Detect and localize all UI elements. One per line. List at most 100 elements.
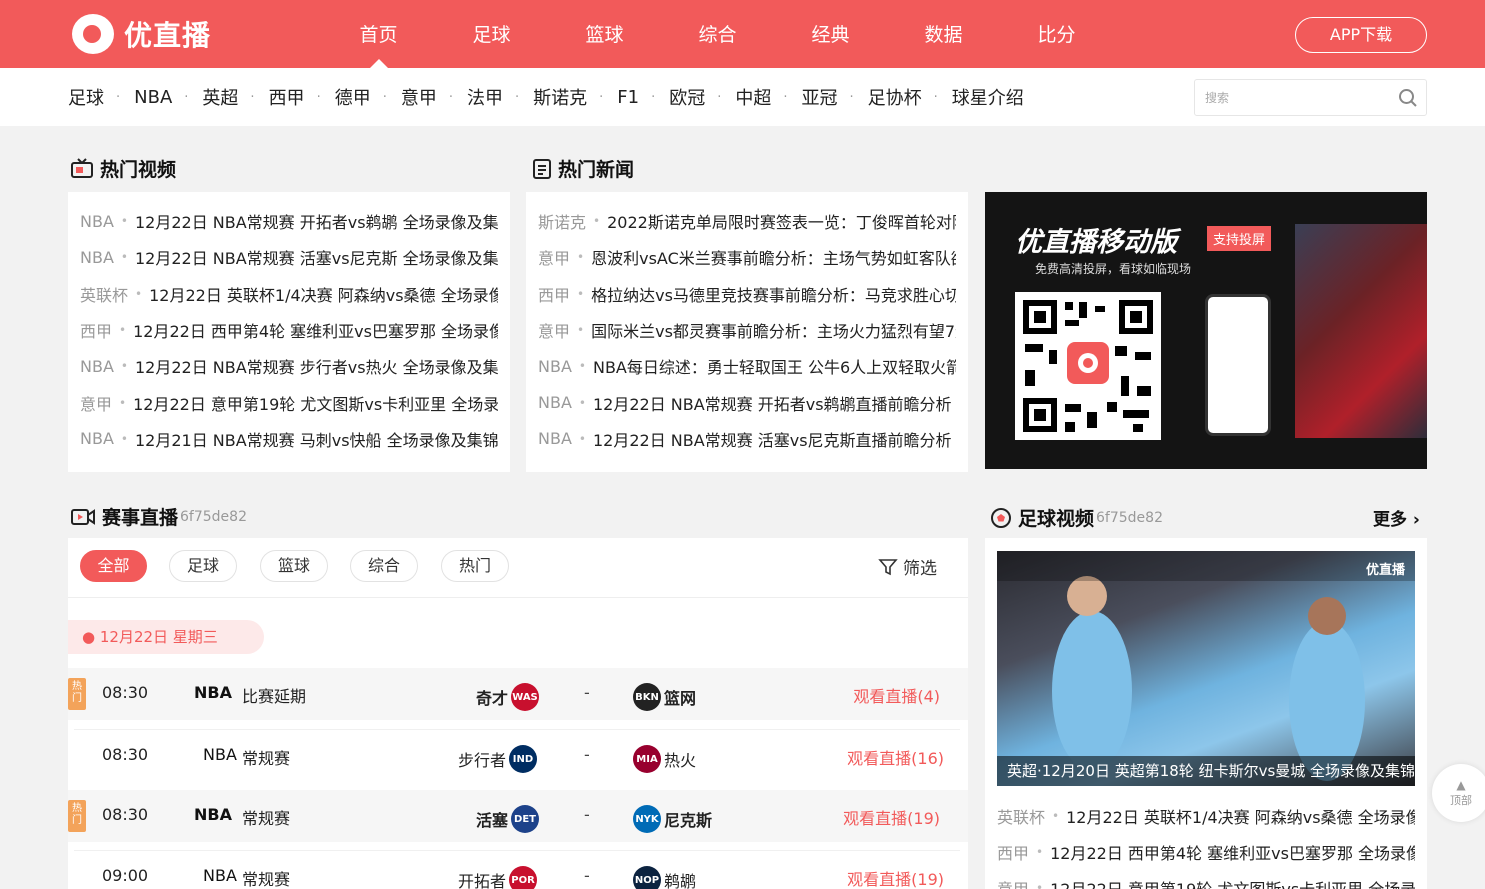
list-item[interactable]: NBA • 12月22日 NBA常规赛 活塞vs尼克斯 全场录像及集锦 (80, 246, 498, 269)
list-item[interactable]: 斯诺克 • 2022斯诺克单局限时赛签表一览：丁俊晖首轮对阵 (538, 210, 956, 232)
score-separator: - (584, 805, 590, 824)
home-team[interactable]: 开拓者 POR (458, 866, 540, 889)
subnav-item[interactable]: 足协杯 (868, 84, 922, 110)
subnav-item[interactable]: 中超 (735, 84, 771, 110)
filter-all-pill[interactable]: 全部 (80, 550, 147, 582)
bullet-dot: • (135, 286, 143, 301)
nav-score[interactable]: 比分 (1000, 0, 1113, 68)
subnav-item[interactable]: 意甲 (401, 84, 437, 110)
list-item[interactable]: 英联杯 • 12月22日 英联杯1/4决赛 阿森纳vs桑德 全场录像及集锦 (80, 283, 498, 305)
sub-nav-list: 足球 · NBA · 英超 · 西甲 · 德甲 · 意甲 · 法甲 · 斯诺克 · F1 · 欧冠 · 中超 · 亚冠 · 足协… (68, 68, 1024, 126)
filter-button[interactable]: 筛选 (878, 554, 937, 579)
mobile-app-banner[interactable]: 优直播移动版 支持投屏 免费高清投屏，看球如临现场 (985, 192, 1427, 469)
site-logo[interactable]: 优直播 (72, 14, 211, 54)
subnav-separator: · (514, 89, 520, 105)
match-time: 08:30 (102, 745, 149, 764)
away-team[interactable]: NYK 尼克斯 (630, 805, 712, 833)
subnav-item[interactable]: 英超 (202, 84, 238, 110)
list-item-category: 意甲 (538, 249, 571, 269)
subnav-item[interactable]: 西甲 (269, 84, 305, 110)
list-item[interactable]: 西甲 • 格拉纳达vs马德里竞技赛事前瞻分析：马竞求胜心切 (538, 283, 956, 305)
away-team-logo: MIA (633, 745, 661, 773)
list-item[interactable]: NBA • 12月21日 NBA常规赛 马刺vs快船 全场录像及集锦 (80, 428, 498, 450)
list-item[interactable]: NBA • NBA每日综述：勇士轻取国王 公牛6人上双轻取火箭 (538, 355, 956, 378)
hot-badge: 热门 (68, 800, 86, 832)
list-item-category: NBA (80, 211, 114, 231)
list-item-category: NBA (538, 393, 572, 412)
away-team[interactable]: BKN 篮网 (630, 683, 696, 711)
list-item[interactable]: 西甲 • 12月22日 西甲第4轮 塞维利亚vs巴塞罗那 全场录像及集锦 (80, 319, 498, 341)
list-item-title: 国际米兰vs都灵赛事前瞻分析：主场火力猛烈有望7连 (591, 321, 956, 341)
news-icon (533, 158, 551, 179)
live-heading: 赛事直播 6f75de82 (70, 503, 247, 530)
home-team[interactable]: 活塞 DET (476, 805, 542, 833)
nav-basketball[interactable]: 篮球 (548, 0, 661, 68)
bullet-dot: • (1036, 881, 1044, 889)
list-item[interactable]: 意甲 • 恩波利vsAC米兰赛事前瞻分析：主场气势如虹客队欲 (538, 246, 956, 268)
subnav-separator: · (316, 89, 321, 105)
more-link[interactable]: 更多 › (1373, 505, 1420, 530)
back-to-top-label: 顶部 (1450, 794, 1472, 807)
list-item[interactable]: NBA • 12月22日 NBA常规赛 步行者vs热火 全场录像及集锦 (80, 355, 498, 378)
filter-football-pill[interactable]: 足球 (169, 550, 237, 582)
away-team[interactable]: MIA 热火 (630, 745, 696, 773)
list-item[interactable]: 意甲 • 12月22日 意甲第19轮 尤文图斯vs卡利亚里 全场录像及集锦 (80, 392, 498, 414)
filter-hot-pill[interactable]: 热门 (441, 550, 509, 582)
match-row[interactable]: 热门 08:30 NBA 常规赛 活塞 DET - NYK 尼克斯 观看直播(19) (68, 790, 968, 842)
qr-code-image (1015, 292, 1161, 440)
funnel-icon (878, 558, 898, 575)
nav-general[interactable]: 综合 (661, 0, 774, 68)
home-team[interactable]: 奇才 WAS (476, 683, 542, 711)
watch-live-link[interactable]: 观看直播(4) (853, 683, 940, 707)
match-type: 常规赛 (242, 809, 291, 828)
bullet-dot: • (577, 322, 585, 337)
filter-basketball-pill[interactable]: 篮球 (260, 550, 328, 582)
subnav-item[interactable]: NBA (134, 87, 172, 108)
nav-home[interactable]: 首页 (322, 0, 435, 68)
subnav-item[interactable]: 法甲 (467, 84, 503, 110)
match-type: 比赛延期 (242, 687, 307, 706)
app-download-button[interactable]: APP下载 (1295, 17, 1427, 53)
live-tag: 6f75de82 (180, 508, 247, 525)
home-team[interactable]: 步行者 IND (458, 745, 540, 773)
list-item[interactable]: NBA • 12月22日 NBA常规赛 开拓者vs鹈鹕 全场录像及集锦 (80, 210, 498, 233)
watch-live-link[interactable]: 观看直播(19) (843, 805, 940, 829)
subnav-item[interactable]: 亚冠 (802, 84, 838, 110)
nav-data[interactable]: 数据 (887, 0, 1000, 68)
list-item[interactable]: NBA • 12月22日 NBA常规赛 开拓者vs鹈鹕直播前瞻分析 (538, 392, 956, 414)
promo-subtitle: 免费高清投屏，看球如临现场 (1035, 262, 1192, 276)
watch-live-link[interactable]: 观看直播(16) (847, 745, 944, 769)
back-to-top-button[interactable]: ▲ 顶部 (1432, 764, 1485, 822)
nav-football[interactable]: 足球 (435, 0, 548, 68)
video-thumbnail[interactable]: 优直播 英超·12月20日 英超第18轮 纽卡斯尔vs曼城 全场录像及集锦 (997, 551, 1415, 786)
list-item[interactable]: 西甲 • 12月22日 西甲第4轮 塞维利亚vs巴塞罗那 全场录像及集锦 (997, 841, 1415, 863)
nav-classic[interactable]: 经典 (774, 0, 887, 68)
subnav-item[interactable]: 球星介绍 (952, 84, 1024, 110)
bullet-dot: • (119, 395, 127, 410)
subnav-item[interactable]: 德甲 (335, 84, 371, 110)
more-label: 更多 (1373, 510, 1407, 530)
list-item[interactable]: NBA • 12月22日 NBA常规赛 活塞vs尼克斯直播前瞻分析 (538, 428, 956, 450)
list-item[interactable]: 英联杯 • 12月22日 英联杯1/4决赛 阿森纳vs桑德 全场录像及集锦 (997, 805, 1415, 827)
tv-icon (71, 157, 93, 178)
promo-badge: 支持投屏 (1207, 226, 1272, 251)
list-item-title: 12月22日 意甲第19轮 尤文图斯vs卡利亚里 全场录像 (1050, 877, 1415, 889)
home-team-name: 活塞 (475, 811, 508, 830)
away-team[interactable]: NOP 鹈鹕 (630, 866, 696, 889)
match-row[interactable]: 09:00 NBA 常规赛 开拓者 POR - NOP 鹈鹕 观看直播(19) (74, 850, 960, 889)
search-input[interactable] (1205, 88, 1385, 108)
list-item[interactable]: 意甲 • 12月22日 意甲第19轮 尤文图斯vs卡利亚里 全场录像 (997, 877, 1415, 889)
watch-live-link[interactable]: 观看直播(19) (847, 866, 944, 889)
match-row[interactable]: 热门 08:30 NBA 比赛延期 奇才 WAS - BKN 篮网 观看直播(4) (68, 668, 968, 720)
list-item-category: NBA (80, 429, 114, 449)
video-caption[interactable]: 英超·12月20日 英超第18轮 纽卡斯尔vs曼城 全场录像及集锦 (997, 756, 1415, 786)
match-row[interactable]: 08:30 NBA 常规赛 步行者 IND - MIA 热火 观看直播(16) (74, 729, 960, 781)
subnav-item[interactable]: F1 (617, 87, 639, 108)
subnav-item[interactable]: 欧冠 (669, 84, 705, 110)
subnav-item[interactable]: 足球 (68, 84, 104, 110)
filter-general-pill[interactable]: 综合 (350, 550, 418, 582)
subnav-item[interactable]: 斯诺克 (533, 84, 587, 110)
list-item-title: 12月22日 英联杯1/4决赛 阿森纳vs桑德 全场录像及集锦 (1066, 808, 1415, 827)
list-item[interactable]: 意甲 • 国际米兰vs都灵赛事前瞻分析：主场火力猛烈有望7连 (538, 319, 956, 341)
search-icon[interactable] (1398, 88, 1418, 108)
